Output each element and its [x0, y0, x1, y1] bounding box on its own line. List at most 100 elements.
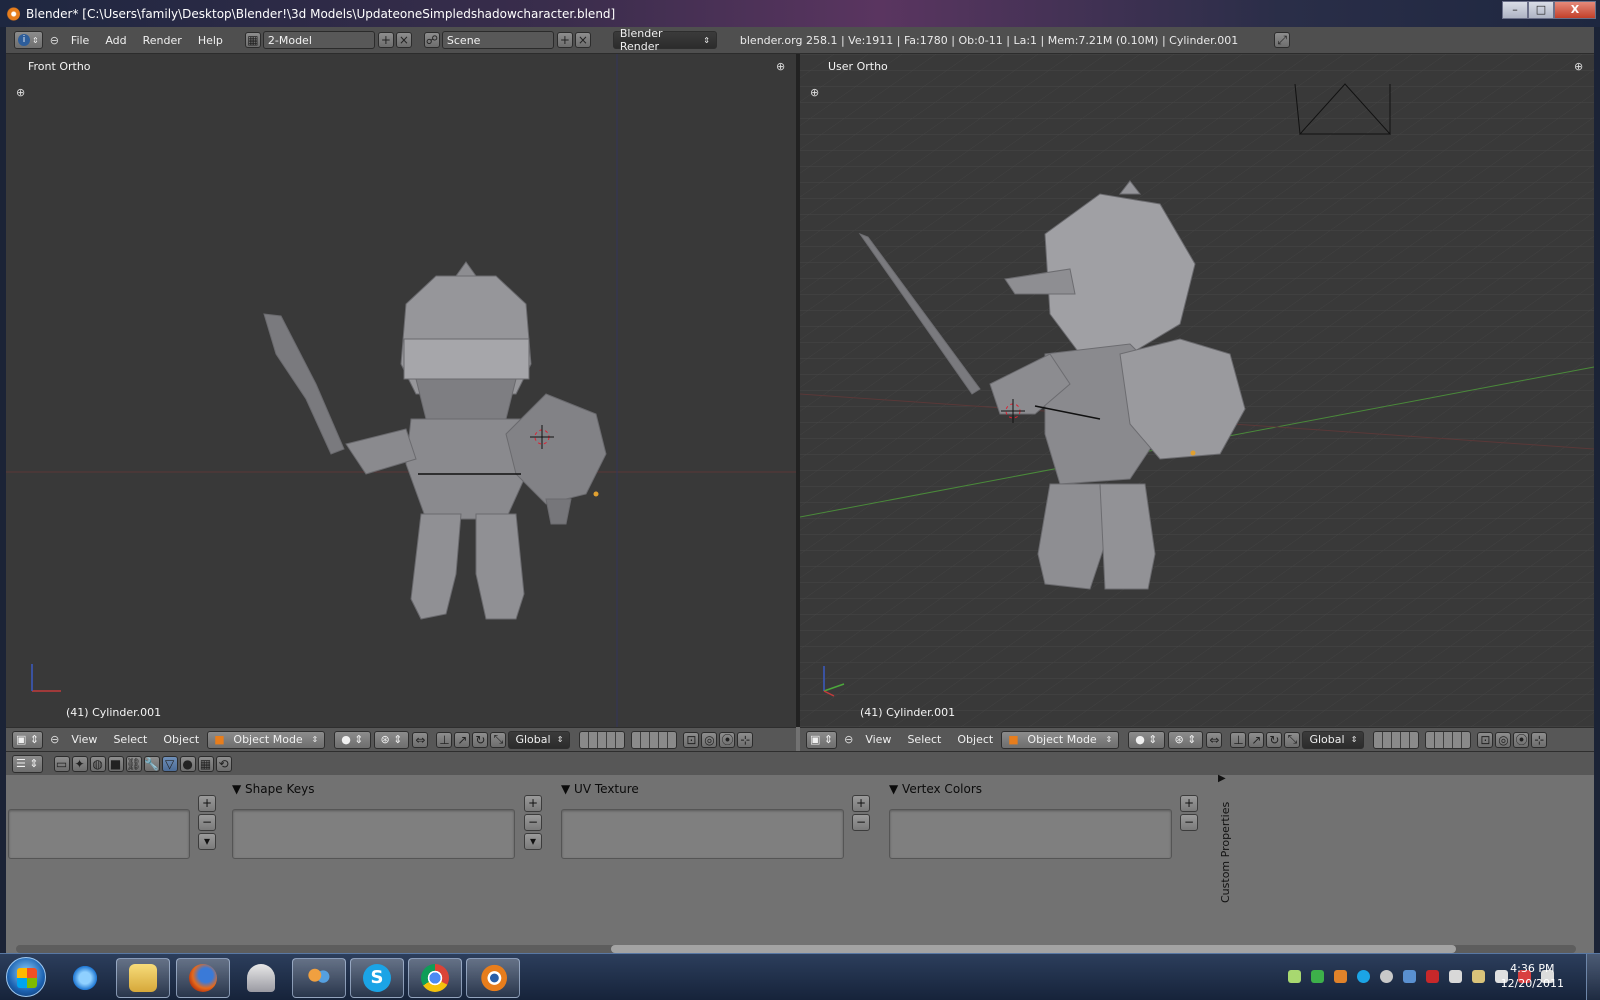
properties-toggle-icon[interactable]: ⊕: [810, 87, 820, 98]
screen-layout-field[interactable]: 2-Model: [262, 31, 375, 49]
delete-layout-button[interactable]: ×: [395, 32, 412, 48]
toolshelf-toggle-icon[interactable]: ⊕: [1574, 61, 1584, 72]
shape-keys-panel-title[interactable]: ▼ Shape Keys: [232, 782, 314, 796]
snap-icon[interactable]: ⦿: [719, 731, 736, 748]
editor-type-button[interactable]: i ⇕: [14, 31, 43, 49]
menu-file[interactable]: File: [71, 34, 89, 47]
menu-view[interactable]: View: [71, 733, 97, 746]
rotate-icon[interactable]: ↻: [472, 731, 489, 748]
constraints-tab-icon[interactable]: ⛓: [125, 755, 142, 772]
layers-row-2[interactable]: [631, 730, 678, 749]
render-tab-icon[interactable]: ▭: [53, 755, 70, 772]
scrollbar-thumb[interactable]: [611, 945, 1456, 953]
rotate-icon[interactable]: ↻: [1266, 731, 1283, 748]
taskbar-app-explorer[interactable]: [116, 958, 170, 998]
scene-tab-icon[interactable]: ✦: [71, 755, 88, 772]
taskbar-app-people[interactable]: [292, 958, 346, 998]
add-vertex-group-button[interactable]: +: [198, 795, 216, 812]
layers-row-1[interactable]: [579, 730, 626, 749]
fullscreen-toggle-icon[interactable]: ⤢: [1274, 32, 1291, 48]
user-ortho-viewport[interactable]: User Ortho ⊕ ⊕ (41) Cylinder.001: [800, 54, 1594, 727]
layers-row-1[interactable]: [1373, 730, 1420, 749]
transform-manipulator-icon[interactable]: ⊥: [436, 731, 453, 748]
shape-key-menu-button[interactable]: ▾: [524, 833, 542, 850]
snap-element-icon[interactable]: ⊹: [1531, 731, 1548, 748]
orientation-select[interactable]: Global ⇕: [508, 730, 571, 749]
remove-vertex-color-button[interactable]: −: [1180, 814, 1198, 831]
tray-network-icon[interactable]: [1403, 970, 1416, 983]
start-button[interactable]: [6, 957, 46, 997]
user-viewport-canvas[interactable]: [800, 54, 1594, 727]
vertex-group-menu-button[interactable]: ▾: [198, 833, 216, 850]
front-viewport-canvas[interactable]: [6, 54, 796, 727]
proportional-edit-icon[interactable]: ◎: [701, 731, 718, 748]
viewport-shading-select[interactable]: ● ⇕: [334, 730, 371, 749]
texture-tab-icon[interactable]: ▦: [197, 755, 214, 772]
tray-steam-icon[interactable]: [1380, 970, 1393, 983]
layers-row-2[interactable]: [1425, 730, 1472, 749]
editor-type-button[interactable]: ▣ ⇕: [12, 730, 44, 749]
scene-field[interactable]: Scene: [441, 31, 554, 49]
maximize-button[interactable]: □: [1528, 1, 1554, 19]
remove-shape-key-button[interactable]: −: [524, 814, 542, 831]
taskbar-clock[interactable]: 4:36 PM 12/20/2011: [1501, 961, 1564, 991]
taskbar-app-chrome[interactable]: [408, 958, 462, 998]
vertex-groups-list[interactable]: [8, 809, 190, 859]
scene-icon[interactable]: ☍: [423, 32, 440, 48]
taskbar-app-firefox[interactable]: [176, 958, 230, 998]
uv-texture-list[interactable]: [561, 809, 844, 859]
menu-view[interactable]: View: [865, 733, 891, 746]
taskbar-app-installer[interactable]: [234, 958, 288, 998]
pivot-point-select[interactable]: ⊛ ⇕: [373, 730, 410, 749]
editor-type-button[interactable]: ▣ ⇕: [806, 730, 838, 749]
manipulator-center-icon[interactable]: ⇔: [412, 731, 429, 748]
screen-layout-icon[interactable]: ▦: [244, 32, 261, 48]
shape-keys-list[interactable]: [232, 809, 515, 859]
minimize-button[interactable]: –: [1502, 1, 1528, 19]
properties-toggle-icon[interactable]: ⊕: [16, 87, 26, 98]
data-tab-icon[interactable]: ▽: [161, 755, 178, 772]
taskbar-app-blender[interactable]: [466, 958, 520, 998]
add-uv-texture-button[interactable]: +: [852, 795, 870, 812]
orientation-select[interactable]: Global ⇕: [1302, 730, 1365, 749]
remove-uv-texture-button[interactable]: −: [852, 814, 870, 831]
delete-scene-button[interactable]: ×: [574, 32, 591, 48]
show-desktop-button[interactable]: [1586, 954, 1600, 1000]
object-tab-icon[interactable]: ■: [107, 755, 124, 772]
add-scene-button[interactable]: +: [556, 32, 573, 48]
scale-icon[interactable]: ⤡: [490, 731, 507, 748]
mode-select[interactable]: ■ Object Mode ⇕: [207, 730, 326, 749]
transform-manipulator-icon[interactable]: ⊥: [1230, 731, 1247, 748]
viewport-shading-select[interactable]: ● ⇕: [1128, 730, 1165, 749]
menu-help[interactable]: Help: [198, 34, 223, 47]
taskbar-app-skype[interactable]: S: [350, 958, 404, 998]
editor-type-button[interactable]: ☰ ⇕: [12, 754, 43, 773]
custom-properties-panel-title[interactable]: Custom Properties: [1219, 802, 1232, 903]
material-tab-icon[interactable]: ●: [179, 755, 196, 772]
remove-vertex-group-button[interactable]: −: [198, 814, 216, 831]
tray-warning-icon[interactable]: [1449, 970, 1462, 983]
custom-properties-expand-icon[interactable]: ▶: [1218, 773, 1226, 784]
uv-texture-panel-title[interactable]: ▼ UV Texture: [561, 782, 639, 796]
manipulator-center-icon[interactable]: ⇔: [1206, 731, 1223, 748]
add-layout-button[interactable]: +: [377, 32, 394, 48]
lock-layers-icon[interactable]: ⊡: [1477, 731, 1494, 748]
physics-tab-icon[interactable]: ⟲: [215, 755, 232, 772]
snap-element-icon[interactable]: ⊹: [737, 731, 754, 748]
add-shape-key-button[interactable]: +: [524, 795, 542, 812]
tray-orange-icon[interactable]: [1334, 970, 1347, 983]
tray-green-icon[interactable]: [1311, 970, 1324, 983]
render-engine-select[interactable]: Blender Render ⇕: [612, 27, 717, 53]
modifiers-tab-icon[interactable]: 🔧: [143, 755, 160, 772]
world-tab-icon[interactable]: ◍: [89, 755, 106, 772]
vertex-colors-panel-title[interactable]: ▼ Vertex Colors: [889, 782, 982, 796]
mode-select[interactable]: ■ Object Mode ⇕: [1001, 730, 1120, 749]
translate-icon[interactable]: ↗: [454, 731, 471, 748]
scale-icon[interactable]: ⤡: [1284, 731, 1301, 748]
collapse-menu-icon[interactable]: ⊖: [50, 34, 59, 47]
snap-icon[interactable]: ⦿: [1513, 731, 1530, 748]
tray-skype-icon[interactable]: [1357, 970, 1370, 983]
tray-chat-icon[interactable]: [1288, 970, 1301, 983]
menu-select[interactable]: Select: [907, 733, 941, 746]
collapse-menu-icon[interactable]: ⊖: [50, 733, 59, 746]
